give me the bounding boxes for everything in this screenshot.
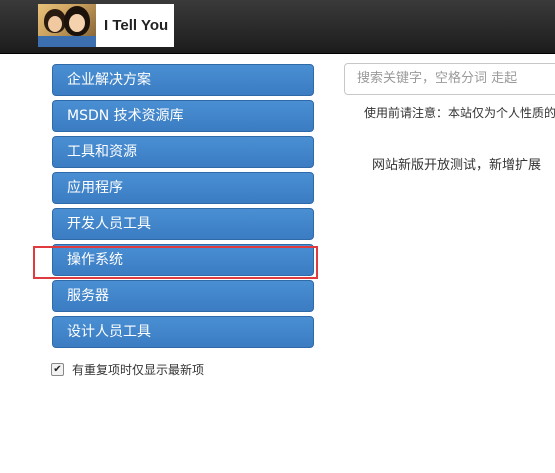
site-news-text: 网站新版开放测试，新增扩展 bbox=[372, 158, 542, 173]
sidebar-item-applications[interactable]: 应用程序 bbox=[52, 172, 314, 204]
search-input[interactable]: 搜索关键字，空格分词 走起 bbox=[344, 63, 555, 95]
latest-only-checkbox[interactable]: ✔ bbox=[51, 363, 64, 376]
latest-only-label: 有重复项时仅显示最新项 bbox=[72, 363, 205, 377]
brand-logo-image bbox=[38, 4, 96, 47]
sidebar-item-tools-and-resources[interactable]: 工具和资源 bbox=[52, 136, 314, 168]
brand-logo-link[interactable]: I Tell You bbox=[38, 4, 174, 47]
sidebar-item-servers[interactable]: 服务器 bbox=[52, 280, 314, 312]
sidebar-item-msdn-library[interactable]: MSDN 技术资源库 bbox=[52, 100, 314, 132]
sidebar-item-enterprise-solutions[interactable]: 企业解决方案 bbox=[52, 64, 314, 96]
sidebar-menu: 企业解决方案 MSDN 技术资源库 工具和资源 应用程序 开发人员工具 操作系统… bbox=[52, 64, 314, 352]
sidebar-item-developer-tools[interactable]: 开发人员工具 bbox=[52, 208, 314, 240]
brand-name: I Tell You bbox=[104, 17, 169, 34]
usage-notice-text: 使用前请注意：本站仅为个人性质的 bbox=[364, 106, 555, 120]
sidebar-item-designer-tools[interactable]: 设计人员工具 bbox=[52, 316, 314, 348]
latest-only-option[interactable]: ✔ 有重复项时仅显示最新项 bbox=[51, 361, 204, 378]
sidebar-item-operating-systems[interactable]: 操作系统 bbox=[52, 244, 314, 276]
top-navbar: I Tell You bbox=[0, 0, 555, 54]
